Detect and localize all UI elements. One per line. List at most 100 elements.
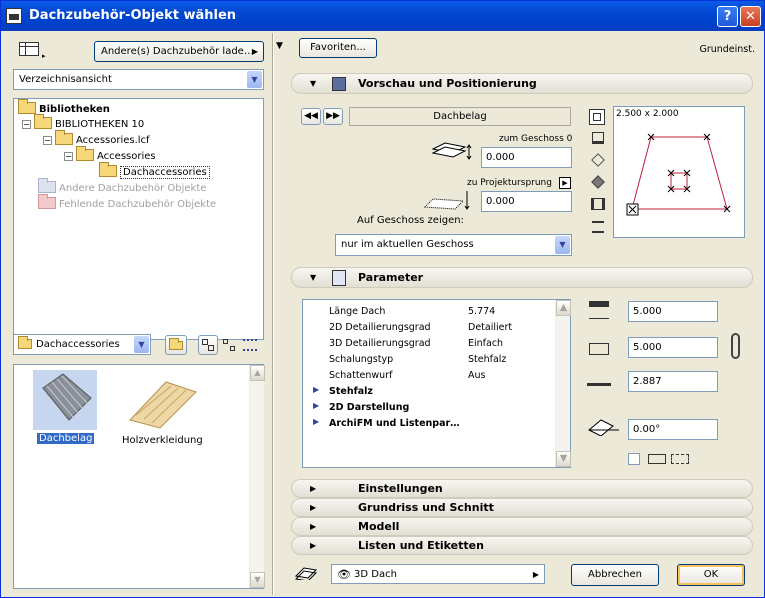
parameter-scrollbar[interactable]: ▲ ▼ <box>555 300 571 467</box>
tree-missing[interactable]: Fehlende Dachzubehör Objekte <box>38 194 217 212</box>
param-group[interactable]: 2D Darstellung <box>329 402 409 413</box>
view-3d-solid-icon[interactable] <box>591 175 605 189</box>
story-elevation-icon <box>431 141 477 163</box>
elevation-field[interactable]: 2.887 <box>628 371 718 392</box>
param-name[interactable]: Länge Dach <box>329 306 385 317</box>
folder-icon <box>18 336 32 349</box>
right-pane: Favoriten... Grundeinst. ▼ Vorschau und … <box>291 33 763 595</box>
section-modell[interactable]: ▶ Modell <box>291 517 753 536</box>
roof-covering-thumbnail <box>42 373 92 421</box>
mirror-icon <box>648 454 666 464</box>
width-icon <box>589 301 609 319</box>
tree-library[interactable]: − BIBLIOTHEKEN 10 <box>22 114 144 132</box>
browser-scrollbar[interactable]: ▲ ▼ <box>249 365 265 588</box>
tree-dachaccessories-label: Dachaccessories <box>120 166 210 179</box>
section-grundriss[interactable]: ▶ Grundriss und Schnitt <box>291 498 753 517</box>
app-icon <box>6 8 22 24</box>
depth-field[interactable]: 5.000 <box>628 337 718 358</box>
window-title: Dachzubehör-Objekt wählen <box>29 8 237 23</box>
object-label-holzverkleidung[interactable]: Holzverkleidung <box>122 435 203 446</box>
folder-icon <box>38 178 56 193</box>
scroll-down-icon[interactable]: ▼ <box>250 572 265 588</box>
collapse-icon[interactable]: − <box>64 152 73 161</box>
project-offset-field[interactable]: 0.000 <box>481 191 572 212</box>
scroll-down-icon[interactable]: ▼ <box>556 451 571 467</box>
large-icons-view-button[interactable] <box>198 335 218 355</box>
param-value[interactable]: Aus <box>468 370 485 381</box>
tree-missing-label: Fehlende Dachzubehör Objekte <box>59 199 217 210</box>
cancel-button[interactable]: Abbrechen <box>571 564 659 586</box>
param-value[interactable]: 5.774 <box>468 306 495 317</box>
list-view-button[interactable] <box>243 339 259 353</box>
object-item-dachbelag[interactable] <box>33 370 97 430</box>
param-value[interactable]: Einfach <box>468 338 503 349</box>
view-select-value: Verzeichnisansicht <box>19 74 112 85</box>
mirror-checkbox[interactable] <box>628 453 640 465</box>
story-display-select[interactable]: nur im aktuellen Geschoss ▼ <box>335 234 572 256</box>
section-preview[interactable]: ▼ Vorschau und Positionierung <box>291 73 753 94</box>
section-einstellungen[interactable]: ▶ Einstellungen <box>291 479 753 498</box>
object-label-dachbelag[interactable]: Dachbelag <box>37 433 95 444</box>
small-icons-view-button[interactable] <box>223 339 237 353</box>
folder-icon <box>18 99 36 114</box>
section-listen[interactable]: ▶ Listen und Etiketten <box>291 536 753 555</box>
param-name[interactable]: 3D Detailierungsgrad <box>329 338 431 349</box>
rotation-angle-icon <box>587 416 621 437</box>
param-value[interactable]: Detailiert <box>468 322 512 333</box>
ok-button[interactable]: OK <box>677 564 745 586</box>
view-section-icon[interactable] <box>591 198 605 210</box>
view-plan-icon[interactable] <box>592 132 604 144</box>
view-3d-wire-icon[interactable] <box>591 153 605 167</box>
folder-up-button[interactable] <box>165 335 187 355</box>
section-parameter[interactable]: ▼ Parameter <box>291 267 753 288</box>
collapse-icon[interactable]: − <box>22 120 31 129</box>
tree-dachaccessories[interactable]: Dachaccessories <box>99 162 210 180</box>
load-library-button[interactable]: Andere(s) Dachzubehör lade… ▶ <box>94 41 264 62</box>
group-triangle-icon[interactable]: ▶ <box>313 417 319 426</box>
pane-divider[interactable] <box>272 33 274 595</box>
param-name[interactable]: Schalungstyp <box>329 354 393 365</box>
origin-arrow-icon[interactable]: ▶ <box>559 177 571 189</box>
folder-select[interactable]: Dachaccessories ▼ <box>13 334 151 355</box>
title-bar: Dachzubehör-Objekt wählen ? ✕ <box>1 1 764 31</box>
section-preview-label: Vorschau und Positionierung <box>358 77 537 90</box>
width-field[interactable]: 5.000 <box>628 301 718 322</box>
group-triangle-icon[interactable]: ▶ <box>313 401 319 410</box>
view-select[interactable]: Verzeichnisansicht ▼ <box>13 69 264 90</box>
preview-drawing <box>626 133 731 216</box>
chain-link-icon[interactable] <box>731 333 740 359</box>
group-triangle-icon[interactable]: ▶ <box>313 385 319 394</box>
tree-accessories[interactable]: − Accessories <box>64 146 156 164</box>
story-offset-field[interactable]: 0.000 <box>481 147 572 168</box>
folder-icon <box>38 194 56 209</box>
param-value[interactable]: Stehfalz <box>468 354 506 365</box>
param-name[interactable]: 2D Detailierungsgrad <box>329 322 431 333</box>
param-group[interactable]: ArchiFM und Listenpar… <box>329 418 460 429</box>
angle-field[interactable]: 0.00° <box>628 419 718 440</box>
default-settings-label[interactable]: Grundeinst. <box>699 44 755 55</box>
tree-other[interactable]: Andere Dachzubehör Objekte <box>38 178 206 196</box>
scroll-up-icon[interactable]: ▲ <box>250 365 265 381</box>
view-mode-icon[interactable]: ▸ <box>19 42 46 60</box>
next-object-button[interactable]: ▶▶ <box>323 108 343 125</box>
previous-object-button[interactable]: ◀◀ <box>301 108 321 125</box>
tree-root-label: Bibliotheken <box>39 104 110 115</box>
view-list-icon[interactable] <box>592 221 604 233</box>
tree-lcf[interactable]: − Accessories.lcf <box>43 130 150 148</box>
pane-toggle-icon[interactable]: ▼ <box>276 41 283 51</box>
collapse-icon[interactable]: − <box>43 136 52 145</box>
favorites-button[interactable]: Favoriten... <box>299 38 377 58</box>
layer-select[interactable]: 👁 3D Dach ▶ <box>331 564 545 584</box>
close-button[interactable]: ✕ <box>740 6 761 27</box>
tree-root[interactable]: Bibliotheken <box>18 99 110 117</box>
param-name[interactable]: Schattenwurf <box>329 370 392 381</box>
collapsed-triangle-icon: ▶ <box>310 522 317 531</box>
object-item-holzverkleidung[interactable] <box>126 370 198 430</box>
wood-cladding-thumbnail <box>129 381 197 429</box>
param-group[interactable]: Stehfalz <box>329 386 373 397</box>
chevron-down-icon: ▼ <box>247 71 262 88</box>
view-2d-button[interactable] <box>589 109 605 125</box>
scroll-up-icon[interactable]: ▲ <box>556 300 571 316</box>
section-parameter-label: Parameter <box>358 271 424 284</box>
help-button[interactable]: ? <box>717 6 738 27</box>
